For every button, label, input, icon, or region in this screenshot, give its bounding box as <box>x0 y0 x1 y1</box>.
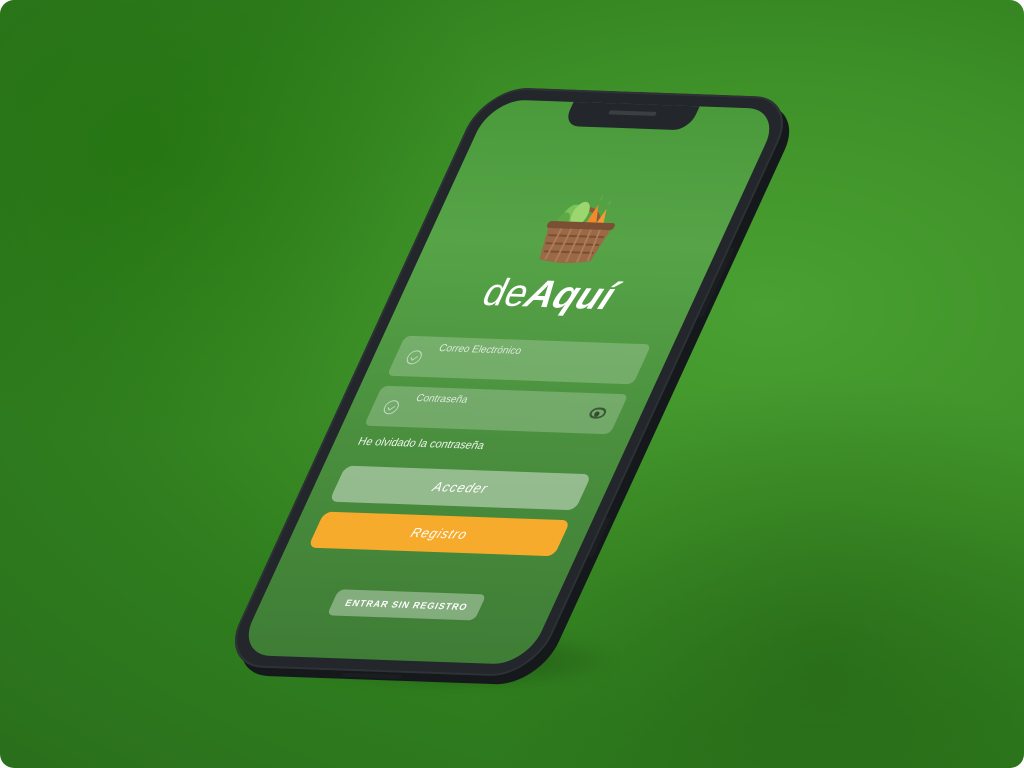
forgot-password-link[interactable]: He olvidado la contraseña <box>356 436 487 452</box>
password-field[interactable]: Contraseña <box>363 385 629 435</box>
check-circle-icon <box>381 400 402 415</box>
register-button[interactable]: Registro <box>307 511 571 557</box>
app-brand: deAquí <box>394 269 703 322</box>
access-button[interactable]: Acceder <box>328 465 592 511</box>
password-placeholder: Contraseña <box>413 393 470 406</box>
email-placeholder: Correo Electrónico <box>436 343 524 357</box>
vegetable-basket-icon <box>539 194 615 264</box>
check-circle-icon <box>404 350 425 365</box>
phone-notch <box>562 99 701 131</box>
eye-icon[interactable] <box>587 407 609 419</box>
speaker-grille <box>607 110 658 117</box>
email-field[interactable]: Correo Electrónico <box>386 335 652 385</box>
guest-entry-button[interactable]: ENTRAR SIN REGISTRO <box>326 589 487 621</box>
logo <box>415 187 741 276</box>
brand-name: Aquí <box>518 273 623 319</box>
